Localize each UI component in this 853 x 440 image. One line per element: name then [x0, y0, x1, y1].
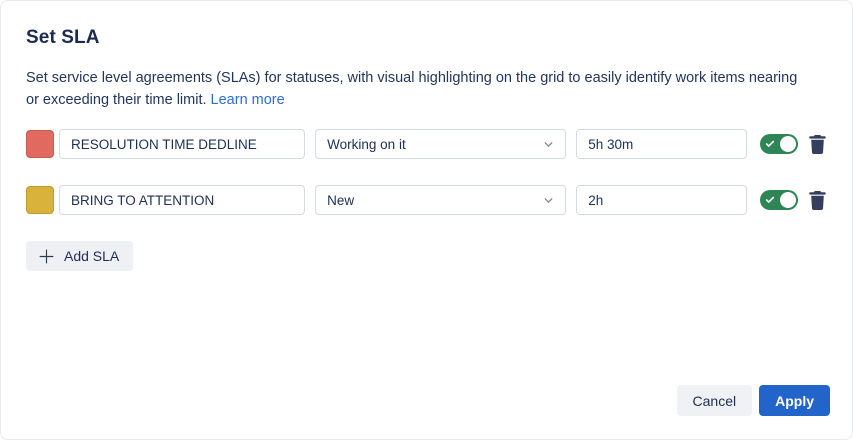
color-swatch[interactable]	[26, 130, 54, 158]
chevron-down-icon	[542, 138, 555, 151]
sla-rows: Working on it New	[26, 129, 827, 215]
delete-sla-button[interactable]	[807, 189, 827, 211]
dialog-description: Set service level agreements (SLAs) for …	[26, 67, 804, 111]
sla-row: Working on it	[26, 129, 827, 159]
dialog-title: Set SLA	[26, 27, 827, 49]
sla-duration-input[interactable]	[576, 185, 747, 215]
check-icon	[765, 195, 775, 205]
chevron-down-icon	[542, 194, 555, 207]
add-sla-button[interactable]: Add SLA	[26, 241, 133, 271]
dialog-footer: Cancel Apply	[677, 385, 830, 416]
trash-icon	[809, 191, 826, 210]
check-icon	[765, 139, 775, 149]
sla-duration-input[interactable]	[576, 129, 747, 159]
sla-enabled-toggle[interactable]	[760, 134, 798, 154]
learn-more-link[interactable]: Learn more	[211, 92, 285, 108]
description-text: Set service level agreements (SLAs) for …	[26, 70, 797, 108]
delete-sla-button[interactable]	[807, 133, 827, 155]
status-select-value: Working on it	[327, 137, 406, 152]
toggle-knob	[780, 192, 796, 208]
status-select-value: New	[327, 193, 354, 208]
trash-icon	[809, 135, 826, 154]
sla-row: New	[26, 185, 827, 215]
color-swatch[interactable]	[26, 186, 54, 214]
toggle-knob	[780, 136, 796, 152]
sla-name-input[interactable]	[59, 129, 305, 159]
sla-enabled-toggle[interactable]	[760, 190, 798, 210]
sla-name-input[interactable]	[59, 185, 305, 215]
status-select[interactable]: New	[315, 185, 566, 215]
plus-icon	[38, 248, 55, 265]
cancel-button[interactable]: Cancel	[677, 385, 753, 416]
apply-button[interactable]: Apply	[759, 385, 830, 416]
set-sla-dialog: Set SLA Set service level agreements (SL…	[0, 0, 853, 440]
add-sla-label: Add SLA	[64, 248, 119, 264]
status-select[interactable]: Working on it	[315, 129, 566, 159]
